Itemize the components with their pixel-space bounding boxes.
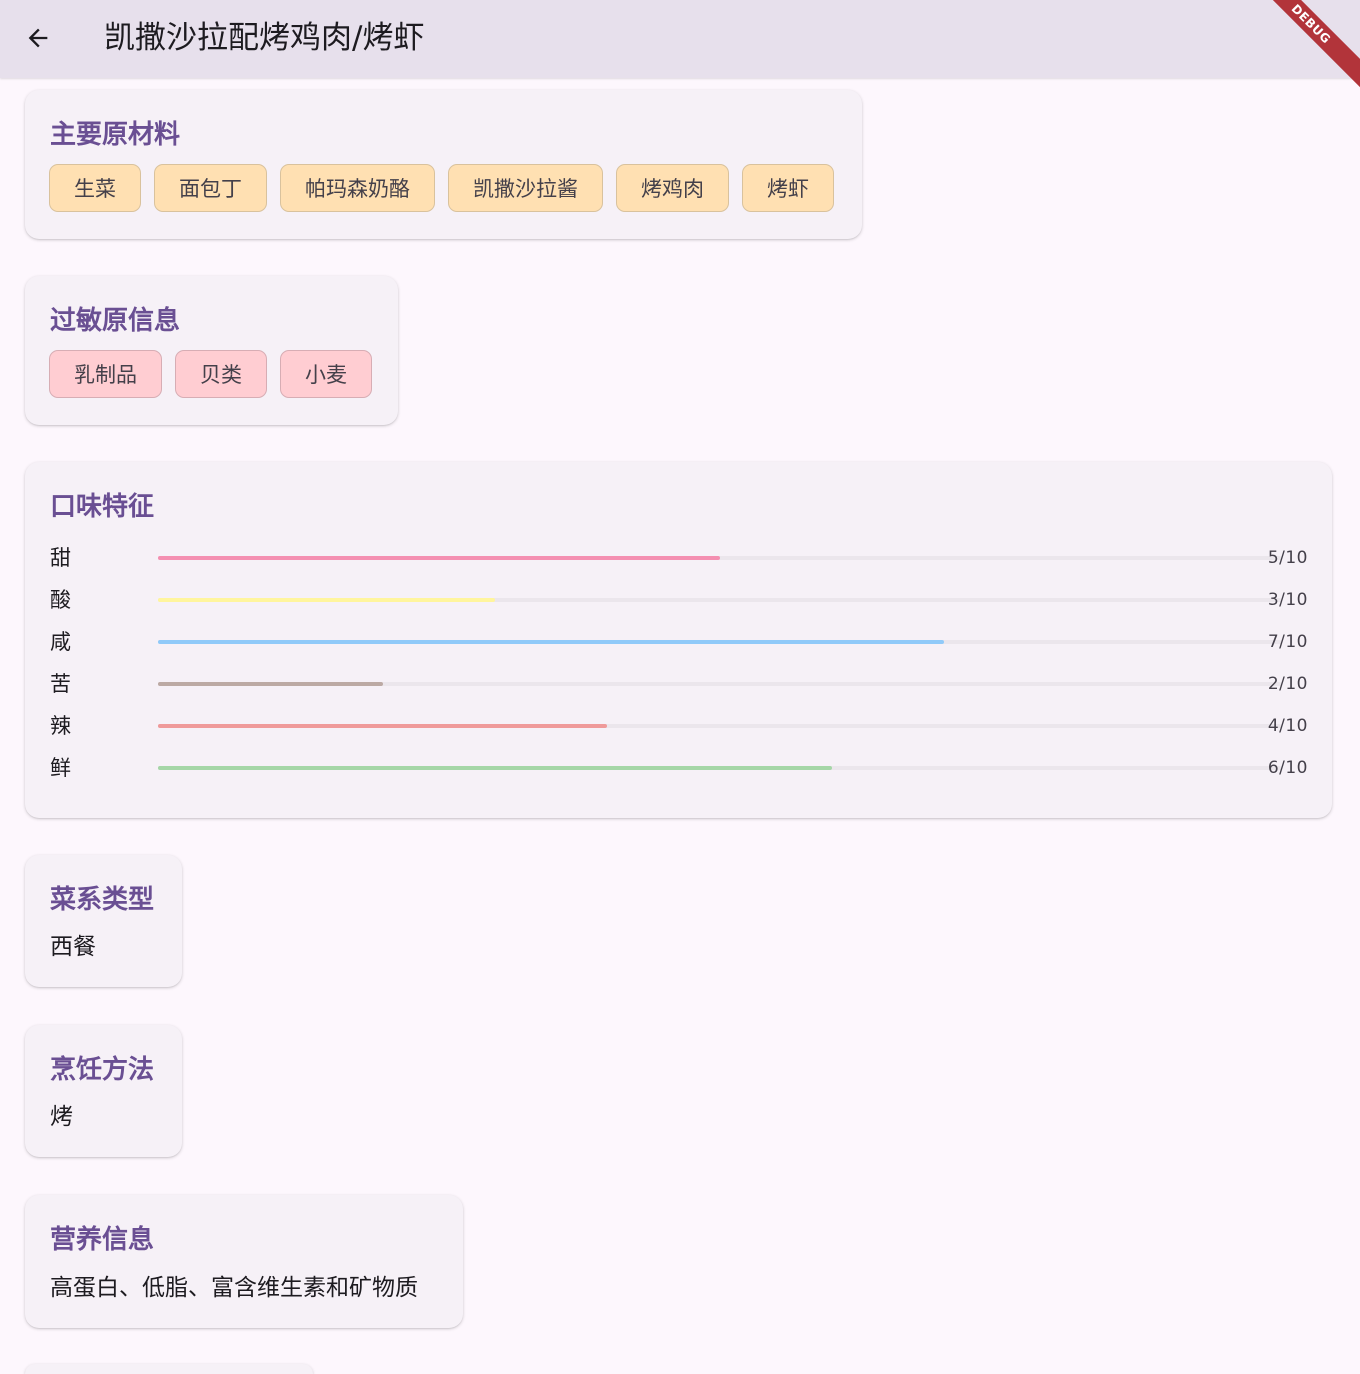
taste-score: 6/10 xyxy=(1267,758,1308,778)
nutrition-card: 营养信息 高蛋白、低脂、富含维生素和矿物质 xyxy=(25,1195,463,1328)
taste-label: 甜 xyxy=(50,546,71,570)
taste-label: 酸 xyxy=(50,588,71,612)
taste-progress-track xyxy=(158,682,1281,686)
back-button[interactable] xyxy=(14,14,62,62)
taste-label: 辣 xyxy=(50,714,71,738)
allergen-chip: 乳制品 xyxy=(49,350,162,398)
taste-row-spicy: 辣 4/10 xyxy=(50,711,1308,741)
taste-progress-fill xyxy=(158,766,832,770)
taste-title: 口味特征 xyxy=(50,492,155,522)
taste-row-umami: 鲜 6/10 xyxy=(50,753,1308,783)
taste-label: 咸 xyxy=(50,630,71,654)
nutrition-value: 高蛋白、低脂、富含维生素和矿物质 xyxy=(50,1275,418,1301)
taste-score: 7/10 xyxy=(1267,632,1308,652)
taste-progress-track xyxy=(158,724,1281,728)
app-bar: 凯撒沙拉配烤鸡肉/烤虾 xyxy=(0,0,1360,78)
allergens-card: 过敏原信息 乳制品 贝类 小麦 xyxy=(25,276,398,425)
taste-card: 口味特征 甜 5/10 酸 3/10 咸 7/10 苦 2/10 辣 4/10 xyxy=(25,462,1332,818)
allergens-title: 过敏原信息 xyxy=(50,306,181,336)
taste-progress-fill xyxy=(158,724,608,728)
taste-progress-track xyxy=(158,556,1281,560)
cuisine-card: 菜系类型 西餐 xyxy=(25,855,182,987)
taste-progress-track xyxy=(158,598,1281,602)
taste-row-sweet: 甜 5/10 xyxy=(50,543,1308,573)
taste-label: 苦 xyxy=(50,672,71,696)
arrow-left-icon xyxy=(28,28,48,48)
taste-row-sour: 酸 3/10 xyxy=(50,585,1308,615)
ingredient-chip: 凯撒沙拉酱 xyxy=(448,164,603,212)
cooking-method-title: 烹饪方法 xyxy=(50,1055,155,1085)
ingredient-chip: 烤虾 xyxy=(742,164,834,212)
taste-row-bitter: 苦 2/10 xyxy=(50,669,1308,699)
taste-progress-fill xyxy=(158,598,495,602)
nutrition-title: 营养信息 xyxy=(50,1225,155,1255)
taste-score: 4/10 xyxy=(1267,716,1308,736)
taste-progress-fill xyxy=(158,556,720,560)
ingredient-chip: 帕玛森奶酪 xyxy=(280,164,435,212)
ingredient-chip: 烤鸡肉 xyxy=(616,164,729,212)
taste-score: 3/10 xyxy=(1267,590,1308,610)
taste-score: 5/10 xyxy=(1267,548,1308,568)
cuisine-title: 菜系类型 xyxy=(50,885,155,915)
taste-progress-track xyxy=(158,640,1281,644)
allergen-chip: 贝类 xyxy=(175,350,267,398)
cuisine-value: 西餐 xyxy=(50,934,96,960)
taste-progress-fill xyxy=(158,640,945,644)
ingredients-title: 主要原材料 xyxy=(50,120,181,150)
ingredient-chip: 生菜 xyxy=(49,164,141,212)
taste-score: 2/10 xyxy=(1267,674,1308,694)
page-title: 凯撒沙拉配烤鸡肉/烤虾 xyxy=(104,20,425,56)
cooking-method-card: 烹饪方法 烤 xyxy=(25,1025,182,1157)
taste-progress-track xyxy=(158,766,1281,770)
cooking-method-value: 烤 xyxy=(50,1104,73,1130)
taste-progress-fill xyxy=(158,682,383,686)
ingredient-chip: 面包丁 xyxy=(154,164,267,212)
taste-label: 鲜 xyxy=(50,756,71,780)
next-card xyxy=(25,1364,313,1374)
allergen-chip-list: 乳制品 贝类 小麦 xyxy=(49,350,372,398)
ingredient-chip-list: 生菜 面包丁 帕玛森奶酪 凯撒沙拉酱 烤鸡肉 烤虾 xyxy=(49,164,834,212)
taste-row-salty: 咸 7/10 xyxy=(50,627,1308,657)
ingredients-card: 主要原材料 生菜 面包丁 帕玛森奶酪 凯撒沙拉酱 烤鸡肉 烤虾 xyxy=(25,90,862,239)
allergen-chip: 小麦 xyxy=(280,350,372,398)
